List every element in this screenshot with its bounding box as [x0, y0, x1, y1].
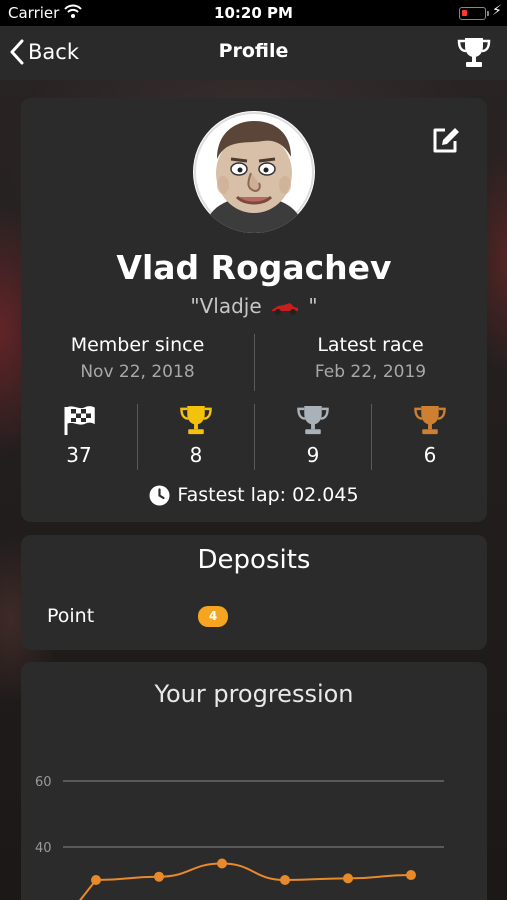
deposits-card: Deposits Point 4	[21, 535, 487, 650]
member-since-value: Nov 22, 2018	[80, 362, 195, 382]
nickname-text: "Vladje	[190, 294, 262, 318]
races-count: 37	[66, 443, 92, 467]
data-point	[154, 871, 164, 882]
status-bar: Carrier 10:20 PM ⚡	[0, 0, 507, 26]
profile-card: Vlad Rogachev "Vladje " Member since Nov…	[21, 98, 487, 522]
data-point	[343, 873, 353, 884]
latest-race: Latest race Feb 22, 2019	[254, 334, 487, 382]
bronze-count: 6	[423, 443, 437, 467]
bronze-stat: 6	[372, 403, 488, 467]
point-count-badge: 4	[198, 606, 228, 627]
gold-stat: 8	[138, 403, 254, 467]
progression-chart: 60 40	[35, 775, 444, 900]
data-point	[280, 875, 290, 885]
latest-race-label: Latest race	[317, 334, 424, 356]
navigation-bar: Back Profile	[0, 26, 507, 80]
silver-stat: 9	[255, 403, 371, 467]
edit-profile-button[interactable]	[431, 126, 461, 158]
gold-trophy-icon	[138, 403, 254, 437]
deposit-point-label: Point	[47, 605, 95, 627]
progression-card: Your progression 60 40	[21, 662, 487, 900]
silver-count: 9	[306, 443, 320, 467]
member-since-label: Member since	[70, 334, 205, 356]
races-stat: 37	[21, 403, 137, 467]
status-time: 10:20 PM	[214, 4, 293, 22]
leaderboard-trophy-button[interactable]	[456, 36, 492, 74]
trophy-icon	[457, 38, 491, 67]
gold-count: 8	[189, 443, 203, 467]
silver-trophy-icon	[255, 403, 371, 437]
deposits-title: Deposits	[197, 545, 311, 575]
charging-bolt-icon: ⚡	[492, 3, 502, 19]
y-tick-label: 60	[35, 775, 52, 790]
member-since: Member since Nov 22, 2018	[21, 334, 254, 382]
clock-icon	[149, 485, 170, 505]
battery-icon	[459, 7, 489, 20]
latest-race-value: Feb 22, 2019	[314, 362, 427, 382]
edit-icon	[433, 128, 459, 153]
page-title: Profile	[218, 40, 289, 62]
avatar	[193, 111, 315, 233]
profile-nickname: "Vladje "	[21, 294, 487, 320]
y-tick-label: 40	[35, 841, 52, 856]
series-line	[79, 862, 412, 900]
checkered-flag-icon	[21, 403, 137, 437]
fastest-lap: Fastest lap: 02.045	[21, 484, 487, 506]
race-car-icon	[270, 296, 300, 320]
profile-name: Vlad Rogachev	[116, 248, 392, 287]
nickname-close-quote: "	[308, 294, 318, 318]
bronze-trophy-icon	[372, 403, 488, 437]
fastest-lap-text: Fastest lap: 02.045	[177, 484, 359, 506]
data-point	[217, 858, 227, 869]
data-point	[406, 870, 416, 881]
data-point	[91, 875, 101, 885]
